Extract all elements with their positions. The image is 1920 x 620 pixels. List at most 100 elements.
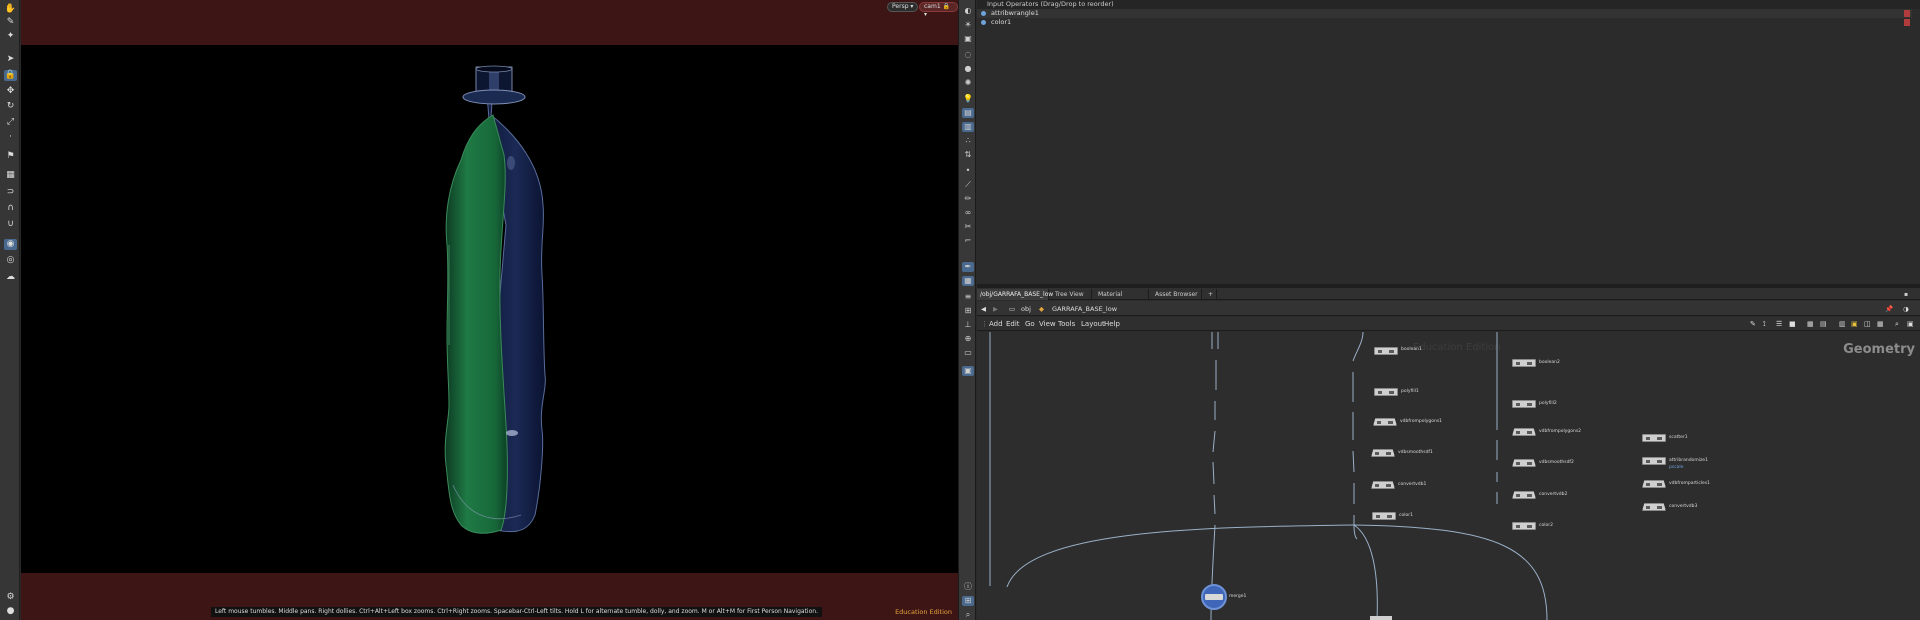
expand-icon[interactable]: ⊞: [962, 596, 974, 606]
light-icon[interactable]: ☁: [4, 272, 17, 283]
ghost-icon[interactable]: ◌: [962, 50, 974, 60]
record-icon[interactable]: ●: [4, 606, 17, 617]
shading-icon[interactable]: ●: [962, 64, 974, 74]
path-node[interactable]: GARRAFA_BASE_low: [1052, 304, 1117, 314]
tab-tree-view[interactable]: Tree View ▾: [1052, 289, 1092, 309]
operator-row[interactable]: attribwrangle1: [977, 9, 1912, 18]
move-icon[interactable]: ✥: [4, 86, 17, 97]
target-icon[interactable]: ◎: [4, 255, 17, 266]
rotate-icon[interactable]: ↻: [4, 101, 17, 112]
wireframe-icon[interactable]: ▤: [962, 108, 974, 118]
root-network-icon[interactable]: ▭: [1009, 304, 1015, 314]
menu-add[interactable]: Add: [989, 319, 1003, 329]
cut-icon[interactable]: ✂: [962, 222, 974, 232]
list-icon[interactable]: ☰: [1776, 319, 1782, 329]
magnet-icon[interactable]: ⊃: [4, 187, 17, 198]
node-vdbsmoothsdf2[interactable]: [1512, 459, 1536, 467]
tiles-icon[interactable]: ▤: [1820, 319, 1827, 329]
node-scatter1[interactable]: [1642, 434, 1666, 442]
image-icon[interactable]: ◫: [1864, 319, 1871, 329]
maximize-icon[interactable]: ▪: [1901, 289, 1913, 300]
camera-mode-dropdown[interactable]: Persp ▾: [887, 2, 919, 12]
frame-icon[interactable]: ⌐: [962, 236, 974, 246]
node-merge1[interactable]: [1201, 584, 1227, 610]
path-root[interactable]: obj: [1021, 304, 1031, 314]
snap-icon[interactable]: ⚑: [4, 151, 17, 162]
grid-snap-icon[interactable]: ▦: [4, 170, 17, 181]
node-color1[interactable]: [1372, 512, 1396, 520]
add-tab-icon[interactable]: +: [1205, 289, 1217, 300]
bulb-icon[interactable]: 💡: [962, 94, 974, 104]
pin-icon[interactable]: 📌: [1885, 304, 1893, 314]
node-boolean1[interactable]: [1374, 347, 1398, 355]
palette-icon[interactable]: ▦: [1877, 319, 1884, 329]
node-partial[interactable]: [1370, 616, 1392, 620]
view-icon[interactable]: ◉: [4, 239, 17, 250]
grid-icon[interactable]: ⊞: [962, 306, 974, 316]
vertex-icon[interactable]: •: [962, 166, 974, 176]
node-vdbfrompolygons1[interactable]: [1373, 418, 1397, 426]
pencil-icon[interactable]: ✏: [962, 194, 974, 204]
back-arrow-icon[interactable]: ◀: [981, 304, 986, 314]
node-convertvdb3[interactable]: [1642, 503, 1666, 511]
remove-operator-icon[interactable]: [1904, 19, 1910, 26]
network-display-icon[interactable]: ▥: [1839, 319, 1846, 329]
persp-icon[interactable]: ▣: [962, 366, 974, 376]
handle-icon[interactable]: ✋: [4, 4, 17, 15]
select-arrow-icon[interactable]: ➤: [4, 54, 17, 65]
snapshot-icon[interactable]: ▭: [962, 348, 974, 358]
lights-icon[interactable]: ✺: [962, 78, 974, 88]
scene-icon[interactable]: ▦: [962, 276, 974, 286]
info-icon[interactable]: ⓘ: [962, 582, 974, 592]
quick-marks-icon[interactable]: ▣: [1907, 319, 1914, 329]
flags-icon[interactable]: ⟟: [1763, 319, 1766, 329]
menu-layout[interactable]: Layout: [1081, 319, 1105, 329]
scale-icon[interactable]: ⤢: [4, 117, 17, 128]
edge-icon[interactable]: ⟋: [962, 180, 974, 190]
operator-row[interactable]: color1: [977, 18, 1912, 27]
node-polyfill2[interactable]: [1512, 400, 1536, 408]
node-vdbfrompolygons2[interactable]: [1512, 428, 1536, 436]
smooth-shaded-icon[interactable]: ▥: [962, 122, 974, 132]
node-convertvdb2[interactable]: [1512, 491, 1536, 499]
menu-tools[interactable]: Tools: [1058, 319, 1075, 329]
attract-icon[interactable]: ∪: [4, 219, 17, 230]
layers-icon[interactable]: ≡: [962, 292, 974, 302]
tab-asset-browser[interactable]: Asset Browser ▾: [1152, 289, 1202, 309]
node-color2[interactable]: [1512, 522, 1536, 530]
normals-icon[interactable]: ⇅: [962, 150, 974, 160]
node-vdbfromparticles1[interactable]: [1642, 480, 1666, 488]
node-vdbsmoothsdf1[interactable]: [1371, 449, 1395, 457]
point-display-icon[interactable]: ∴: [962, 136, 974, 146]
node-convertvdb1[interactable]: [1371, 481, 1395, 489]
node-boolean2[interactable]: [1512, 359, 1536, 367]
pen-icon[interactable]: ✒: [962, 262, 974, 272]
search-icon[interactable]: ⌕: [962, 610, 974, 620]
menu-edit[interactable]: Edit: [1006, 319, 1020, 329]
scene-viewport[interactable]: Persp ▾ cam1 🔒▾ Left mouse tumbles. Midd…: [21, 0, 958, 620]
node-polyfill1[interactable]: [1374, 388, 1398, 396]
grid-view-icon[interactable]: ▦: [1807, 319, 1814, 329]
tab-material-palette[interactable]: Material Palette ▾: [1095, 289, 1149, 309]
paint-icon[interactable]: ✎: [4, 17, 17, 28]
pose-icon[interactable]: ·: [4, 132, 17, 143]
square-icon[interactable]: ■: [1789, 319, 1796, 329]
settings-icon[interactable]: ⚙: [4, 592, 17, 603]
remove-operator-icon[interactable]: [1904, 10, 1910, 17]
node-attribrandomize1[interactable]: [1642, 457, 1666, 465]
link-pane-icon[interactable]: ◑: [1903, 304, 1909, 314]
sticky-note-icon[interactable]: ▣: [1851, 319, 1858, 329]
menu-help[interactable]: Help: [1104, 319, 1120, 329]
wrench-icon[interactable]: ✎: [1750, 319, 1756, 329]
camera-name-dropdown[interactable]: cam1 🔒▾: [919, 2, 958, 18]
axis-icon[interactable]: ⊥: [962, 320, 974, 330]
display-options-icon[interactable]: ◐: [962, 6, 974, 16]
zoom-network-icon[interactable]: ⌕: [1895, 319, 1899, 329]
forward-arrow-icon[interactable]: ▶: [993, 304, 998, 314]
lighting-icon[interactable]: ☀: [962, 20, 974, 30]
curve-snap-icon[interactable]: ∩: [4, 203, 17, 214]
brush-icon[interactable]: ✦: [4, 31, 17, 42]
network-editor[interactable]: Education Edition Geometry boolean1 poly…: [977, 332, 1920, 620]
menu-go[interactable]: Go: [1025, 319, 1035, 329]
menu-view[interactable]: View: [1039, 319, 1056, 329]
